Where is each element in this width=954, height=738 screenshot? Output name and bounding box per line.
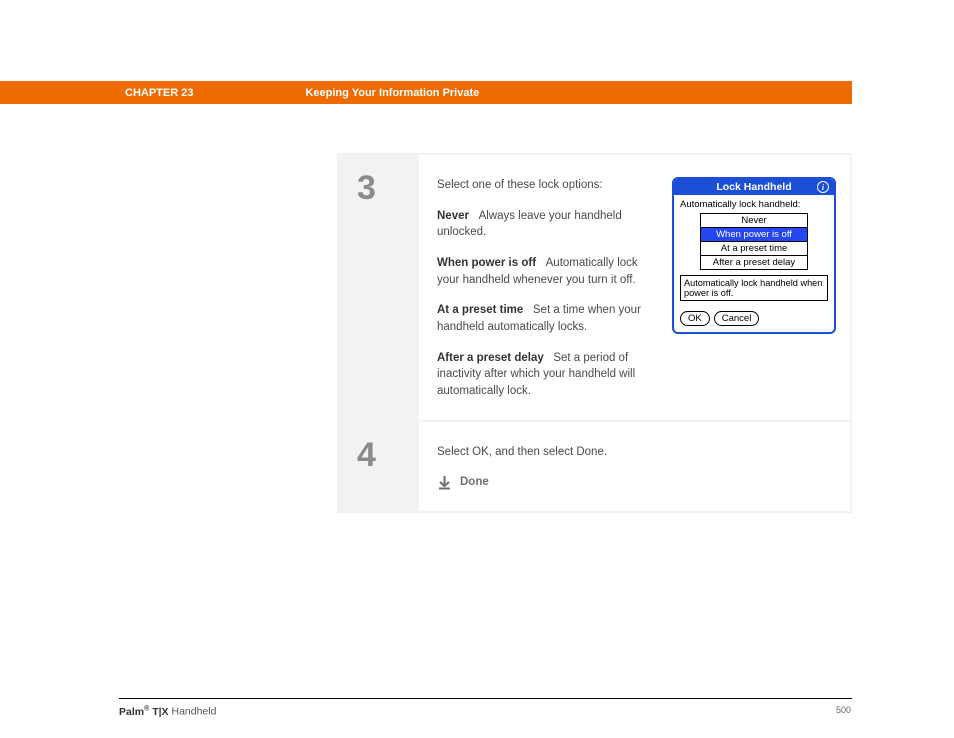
lock-options-list: Never When power is off At a preset time… xyxy=(700,213,808,270)
step-row: 4 Select OK, and then select Done. Done xyxy=(339,422,850,511)
footer-divider xyxy=(119,698,852,699)
ok-button[interactable]: OK xyxy=(680,311,710,326)
steps-container: 3 Select one of these lock options: Neve… xyxy=(337,153,852,513)
done-arrow-icon xyxy=(437,475,452,490)
option-description: Never Always leave your handheld unlocke… xyxy=(437,208,654,241)
dialog-caption: Automatically lock handheld: xyxy=(680,199,828,210)
option-description: After a preset delay Set a period of ina… xyxy=(437,350,654,400)
lock-option-preset-time[interactable]: At a preset time xyxy=(701,242,807,256)
dialog-content: Automatically lock handheld: Never When … xyxy=(674,195,834,332)
step-text: Select one of these lock options: Never … xyxy=(437,177,654,400)
lock-option-preset-delay[interactable]: After a preset delay xyxy=(701,256,807,269)
step-intro: Select one of these lock options: xyxy=(437,177,654,194)
done-label: Done xyxy=(460,474,489,491)
cancel-button[interactable]: Cancel xyxy=(714,311,760,326)
lock-option-never[interactable]: Never xyxy=(701,214,807,228)
step-body: Select one of these lock options: Never … xyxy=(419,155,850,420)
step-text: Select OK, and then select Done. Done xyxy=(437,444,836,491)
footer-product: Palm® T|X Handheld xyxy=(119,705,216,718)
step-number: 4 xyxy=(339,422,419,511)
chapter-label: CHAPTER 23 xyxy=(125,87,193,99)
dialog-title-text: Lock Handheld xyxy=(716,181,791,193)
footer-brand: Palm® T|X xyxy=(119,706,169,718)
step-instruction: Select OK, and then select Done. xyxy=(437,444,836,461)
option-description: At a preset time Set a time when your ha… xyxy=(437,302,654,335)
lock-option-power-off[interactable]: When power is off xyxy=(701,228,807,242)
step-row: 3 Select one of these lock options: Neve… xyxy=(339,155,850,420)
dialog-description: Automatically lock handheld when power i… xyxy=(680,275,828,301)
step-body: Select OK, and then select Done. Done xyxy=(419,422,850,511)
dialog-titlebar: Lock Handheld i xyxy=(674,179,834,195)
lock-handheld-dialog: Lock Handheld i Automatically lock handh… xyxy=(672,177,836,334)
chapter-header: CHAPTER 23 Keeping Your Information Priv… xyxy=(0,81,852,104)
done-indicator: Done xyxy=(437,474,836,491)
info-icon[interactable]: i xyxy=(817,181,829,193)
step-number: 3 xyxy=(339,155,419,420)
dialog-button-row: OK Cancel xyxy=(680,311,828,326)
chapter-title: Keeping Your Information Private xyxy=(305,87,479,99)
dialog-screenshot: Lock Handheld i Automatically lock handh… xyxy=(672,177,836,400)
page-number: 500 xyxy=(836,705,851,715)
option-description: When power is off Automatically lock you… xyxy=(437,255,654,288)
